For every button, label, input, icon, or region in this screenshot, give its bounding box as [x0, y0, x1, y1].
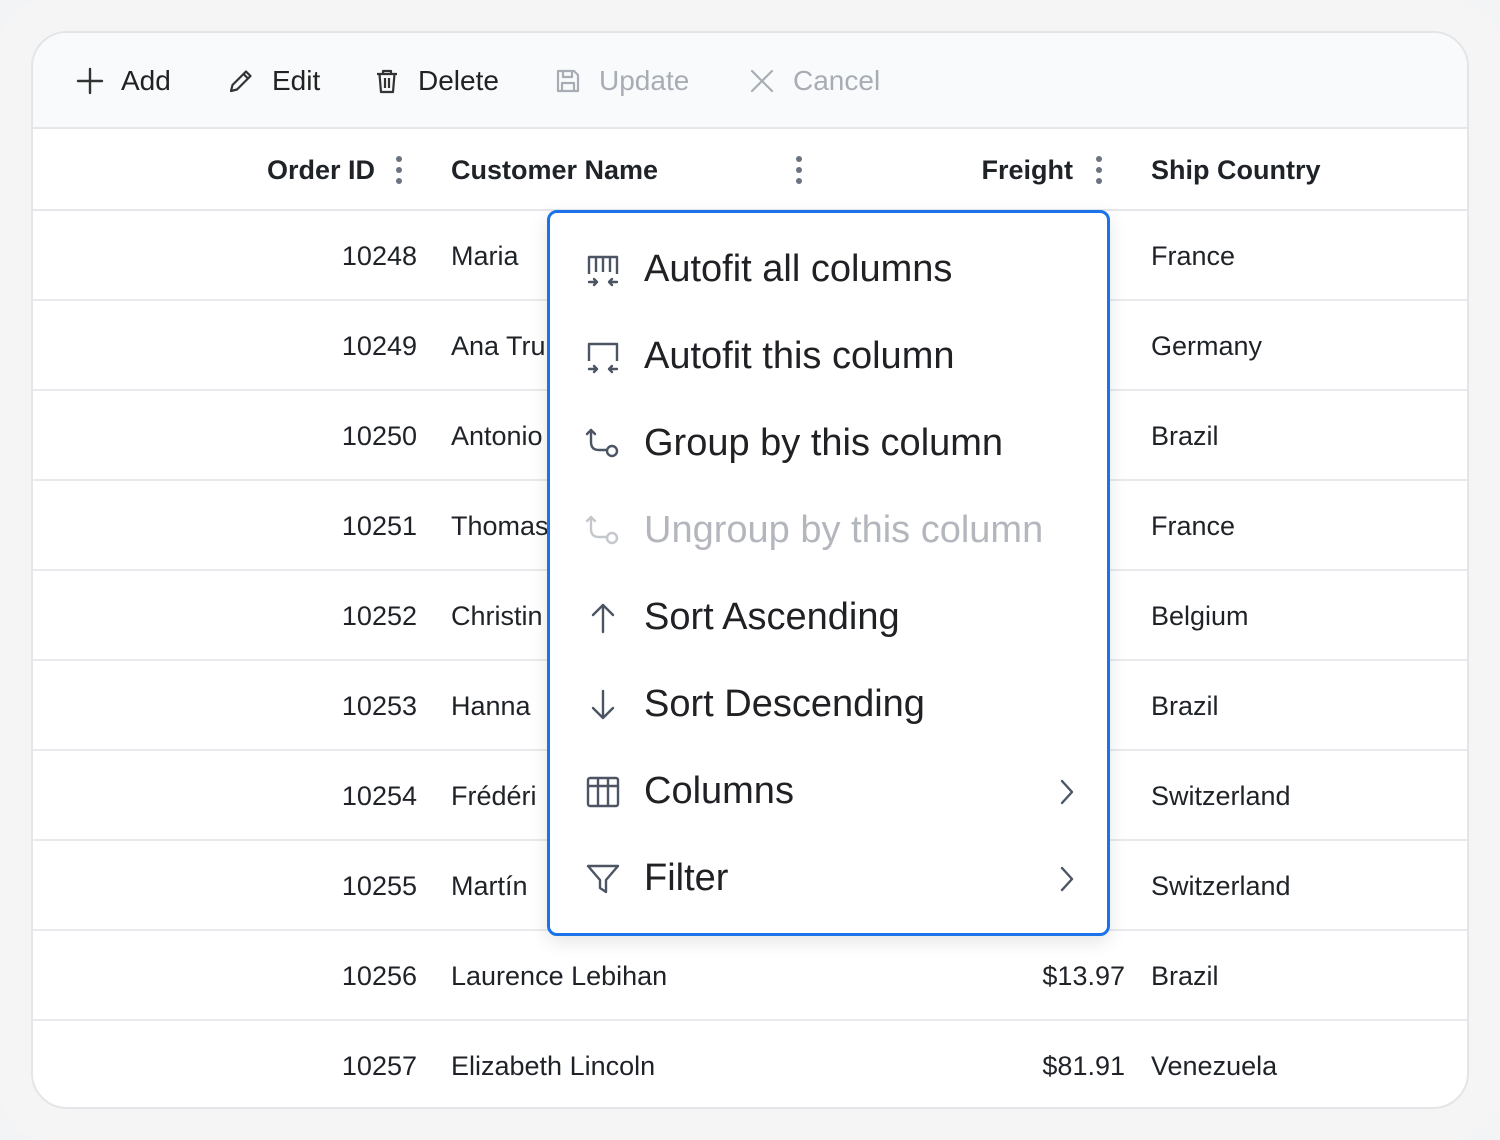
column-header-order-id[interactable]: Order ID: [33, 129, 375, 211]
column-header-label: Freight: [981, 154, 1074, 185]
order-id-cell: 10251: [341, 510, 417, 541]
column-header-freight[interactable]: Freight: [933, 129, 1074, 211]
ship-country-cell: Switzerland: [1151, 780, 1291, 811]
ungroup-icon: [584, 512, 622, 550]
column-menu-icon[interactable]: [1089, 153, 1109, 187]
ship-country-cell: Brazil: [1151, 960, 1219, 991]
menu-item-filter[interactable]: Filter: [550, 835, 1107, 922]
menu-item-label: Filter: [644, 857, 729, 899]
table-row[interactable]: 10256 Laurence Lebihan $13.97 Brazil: [33, 931, 1467, 1021]
trash-icon: [372, 66, 402, 96]
column-header-label: Ship Country: [1151, 154, 1321, 185]
freight-cell: $81.91: [1042, 1050, 1125, 1081]
column-header-ship-country[interactable]: Ship Country: [1151, 129, 1321, 211]
table-row[interactable]: 10257 Elizabeth Lincoln $81.91 Venezuela: [33, 1021, 1467, 1107]
customer-name-cell: Laurence Lebihan: [451, 960, 668, 991]
ship-country-cell: Switzerland: [1151, 870, 1291, 901]
menu-item-group[interactable]: Group by this column: [550, 400, 1107, 487]
chevron-right-icon: [1057, 777, 1077, 807]
order-id-cell: 10256: [341, 960, 417, 991]
order-id-cell: 10252: [341, 600, 417, 631]
freight-cell: $13.97: [1042, 960, 1125, 991]
edit-button[interactable]: Edit: [226, 61, 320, 101]
ship-country-cell: Brazil: [1151, 420, 1219, 451]
ship-country-cell: Venezuela: [1151, 1050, 1278, 1081]
grid-toolbar: Add Edit Delete Update Cancel: [33, 33, 1467, 129]
arrow-down-icon: [584, 686, 622, 724]
arrow-up-icon: [584, 599, 622, 637]
update-button[interactable]: Update: [553, 61, 689, 101]
pencil-icon: [226, 66, 256, 96]
plus-icon: [75, 66, 105, 96]
ship-country-cell: Belgium: [1151, 600, 1249, 631]
ship-country-cell: France: [1151, 240, 1236, 271]
menu-item-autofit-all[interactable]: Autofit all columns: [550, 226, 1107, 313]
group-icon: [584, 425, 622, 463]
order-id-cell: 10249: [341, 330, 417, 361]
add-button[interactable]: Add: [75, 61, 171, 101]
order-id-cell: 10257: [341, 1050, 417, 1081]
menu-item-autofit-column[interactable]: Autofit this column: [550, 313, 1107, 400]
column-header-label: Customer Name: [451, 154, 659, 185]
autofit-column-icon: [584, 338, 622, 376]
chevron-right-icon: [1057, 864, 1077, 894]
column-header-customer-name[interactable]: Customer Name: [451, 129, 658, 211]
menu-item-label: Sort Descending: [644, 683, 925, 725]
menu-item-columns[interactable]: Columns: [550, 748, 1107, 835]
order-id-cell: 10248: [341, 240, 417, 271]
ship-country-cell: Brazil: [1151, 690, 1219, 721]
cancel-button[interactable]: Cancel: [747, 61, 880, 101]
customer-name-cell: Elizabeth Lincoln: [451, 1050, 656, 1081]
update-label: Update: [599, 65, 690, 96]
column-header-label: Order ID: [266, 154, 375, 185]
delete-label: Delete: [418, 65, 499, 96]
order-id-cell: 10255: [341, 870, 417, 901]
menu-item-sort-ascending[interactable]: Sort Ascending: [550, 574, 1107, 661]
cancel-label: Cancel: [793, 65, 881, 96]
menu-item-sort-descending[interactable]: Sort Descending: [550, 661, 1107, 748]
menu-item-label: Ungroup by this column: [644, 509, 1044, 551]
menu-item-ungroup[interactable]: Ungroup by this column: [550, 487, 1107, 574]
order-id-cell: 10250: [341, 420, 417, 451]
delete-button[interactable]: Delete: [372, 61, 499, 101]
save-icon: [553, 66, 583, 96]
column-menu-icon[interactable]: [389, 153, 409, 187]
column-menu-popup: Autofit all columns Autofit this column …: [547, 210, 1110, 936]
header-row: Order ID Customer Name Freight Ship Coun…: [33, 129, 1467, 211]
order-id-cell: 10253: [341, 690, 417, 721]
menu-item-label: Autofit all columns: [644, 248, 953, 290]
add-label: Add: [121, 65, 171, 96]
filter-icon: [584, 860, 622, 898]
order-id-cell: 10254: [341, 780, 417, 811]
edit-label: Edit: [272, 65, 321, 96]
menu-item-label: Columns: [644, 770, 794, 812]
menu-item-label: Autofit this column: [644, 335, 955, 377]
close-icon: [747, 66, 777, 96]
ship-country-cell: Germany: [1151, 330, 1263, 361]
autofit-all-icon: [584, 251, 622, 289]
menu-item-label: Sort Ascending: [644, 596, 900, 638]
ship-country-cell: France: [1151, 510, 1236, 541]
column-menu-icon[interactable]: [789, 153, 809, 187]
columns-icon: [584, 773, 622, 811]
menu-item-label: Group by this column: [644, 422, 1004, 464]
